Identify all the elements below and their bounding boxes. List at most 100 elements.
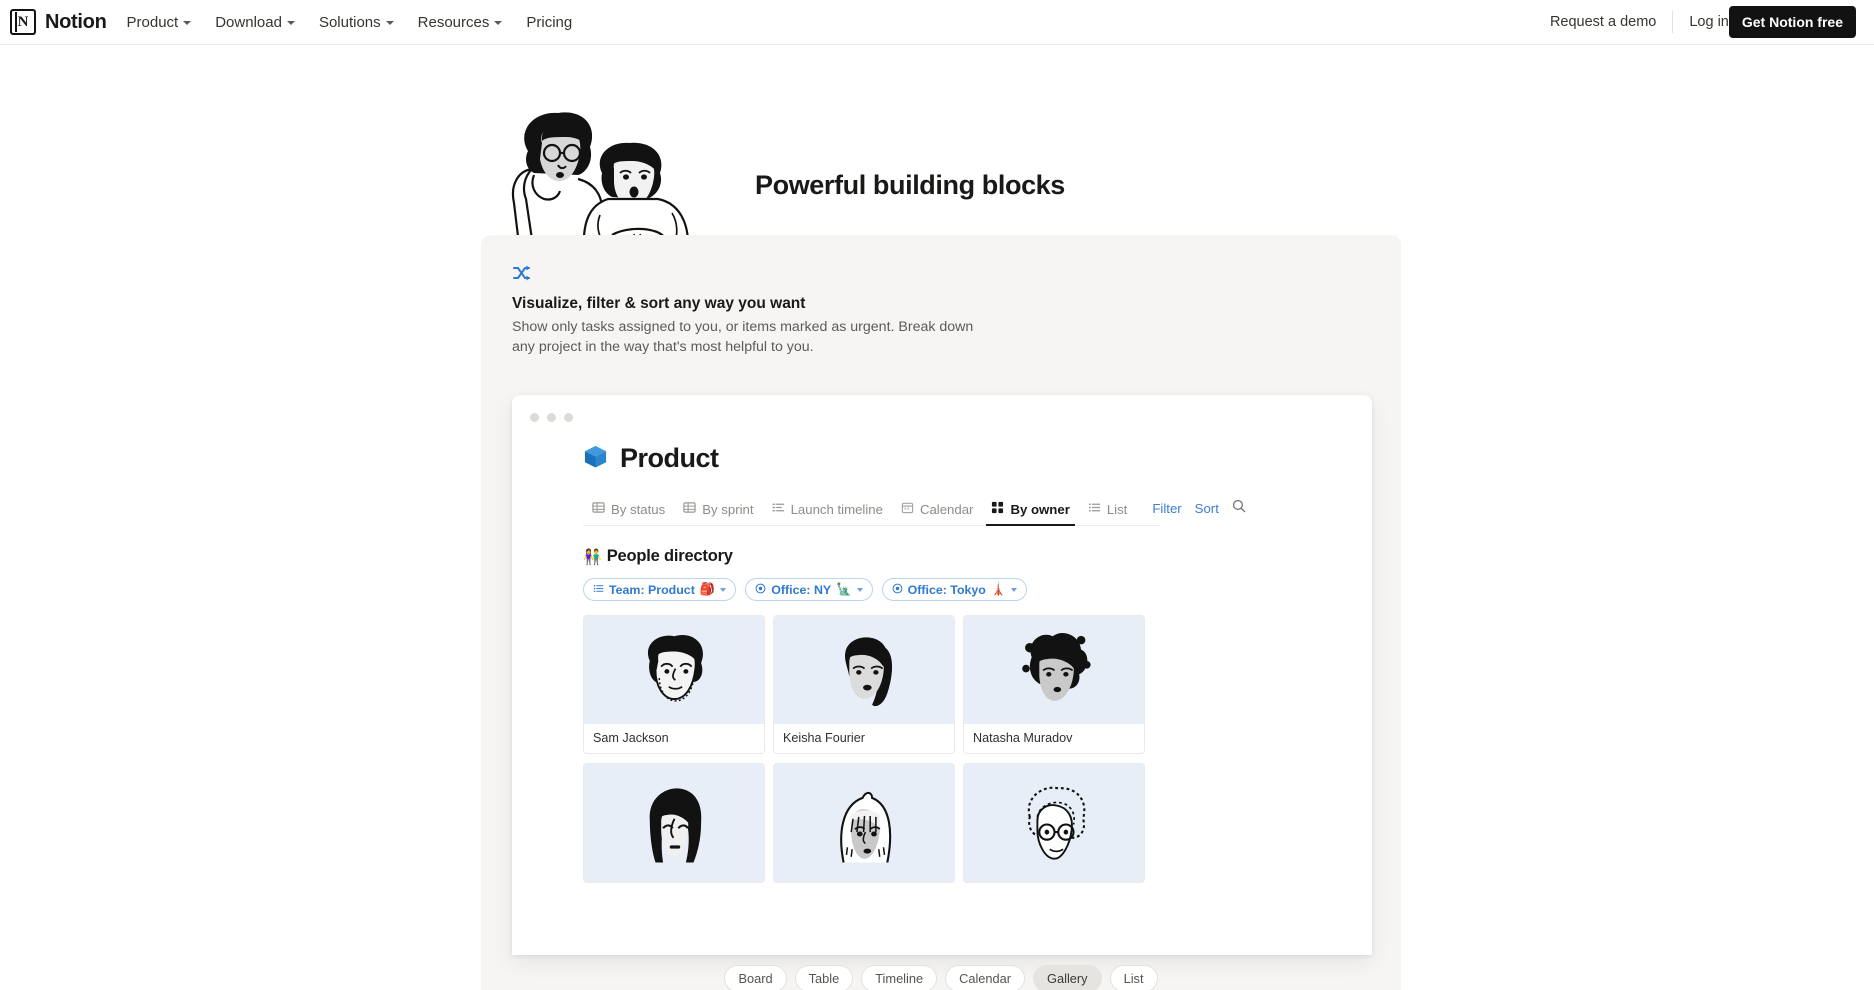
nav-item-label: Pricing <box>526 13 573 31</box>
list-icon <box>593 583 604 597</box>
gallery-card-name: Sam Jackson <box>593 731 669 745</box>
gallery-row: Sam Jackson Keisha Fourier Natasha Murad… <box>583 615 1372 754</box>
tab-launch-timeline[interactable]: Launch timeline <box>763 496 892 525</box>
avatar-bob-haircut <box>584 764 764 882</box>
document-title: Product <box>620 443 719 473</box>
tab-list[interactable]: List <box>1079 496 1137 525</box>
blue-package-icon <box>583 444 608 474</box>
people-emoji-icon: 👫 <box>583 548 602 566</box>
brand-name: Notion <box>45 10 107 33</box>
avatar-afro-glasses <box>964 764 1144 882</box>
gallery-card[interactable]: Keisha Fourier <box>773 615 955 754</box>
avatar-spiky-hair <box>964 616 1144 724</box>
nav-item-label: Solutions <box>318 13 381 31</box>
filter-pill-office-ny[interactable]: Office: NY 🗽 <box>745 578 873 601</box>
search-icon[interactable] <box>1232 499 1246 518</box>
nav-item-pricing[interactable]: Pricing <box>526 10 572 35</box>
nav-links: Product Download Solutions Resources Pri… <box>127 10 573 35</box>
nav-item-resources[interactable]: Resources <box>418 10 503 35</box>
tab-by-owner[interactable]: By owner <box>982 496 1078 526</box>
tab-by-status[interactable]: By status <box>583 496 674 525</box>
nav-item-download[interactable]: Download <box>215 10 295 35</box>
gallery-card-name: Natasha Muradov <box>973 731 1073 745</box>
tokyo-tower-emoji-icon: 🗼 <box>990 582 1007 596</box>
filter-pill-office-tokyo[interactable]: Office: Tokyo 🗼 <box>881 578 1028 601</box>
page-title: Powerful building blocks <box>755 170 1065 200</box>
gallery-card[interactable]: Natasha Muradov <box>963 615 1145 754</box>
select-circle-icon <box>892 583 903 597</box>
tab-label: By sprint <box>702 501 754 517</box>
window-dot[interactable] <box>530 413 539 422</box>
chevron-down-icon <box>1011 587 1018 592</box>
database-title: People directory <box>606 547 733 565</box>
tab-calendar[interactable]: Calendar <box>892 496 983 525</box>
gallery-card[interactable]: Sam Jackson <box>583 615 765 754</box>
nav-item-label: Download <box>215 13 282 31</box>
hero-section: Powerful building blocks Visualize, filt… <box>0 45 1874 990</box>
list-icon <box>1088 501 1101 517</box>
gallery-row <box>583 763 1372 883</box>
chevron-down-icon <box>183 21 192 25</box>
view-actions: Filter Sort <box>1152 499 1246 522</box>
chevron-down-icon <box>720 587 727 592</box>
window-dot[interactable] <box>564 413 573 422</box>
feature-heading: Visualize, filter & sort any way you wan… <box>512 295 806 312</box>
tab-label: By owner <box>1010 501 1070 517</box>
chevron-down-icon <box>856 587 863 592</box>
nav-item-product[interactable]: Product <box>127 10 192 35</box>
nav-divider <box>1672 11 1674 33</box>
shuffle-icon <box>512 263 532 288</box>
view-option-list[interactable]: List <box>1109 965 1158 990</box>
avatar-curly-hair-glasses <box>584 616 764 724</box>
document-body: Product By status By sprint Launch timel… <box>583 443 1372 883</box>
tab-label: By status <box>611 501 666 517</box>
view-type-switcher: Board Table Timeline Calendar Gallery Li… <box>481 965 1401 990</box>
request-demo-link[interactable]: Request a demo <box>1550 10 1656 34</box>
filter-pill-team-product[interactable]: Team: Product 🎒 <box>583 578 737 601</box>
avatar-bangs <box>774 764 954 882</box>
chevron-down-icon <box>494 21 503 25</box>
get-notion-free-button[interactable]: Get Notion free <box>1728 6 1856 38</box>
avatar-long-dark-hair <box>774 616 954 724</box>
tab-label: Launch timeline <box>790 501 883 517</box>
calendar-icon <box>901 501 914 517</box>
view-option-timeline[interactable]: Timeline <box>861 965 938 990</box>
gallery-card[interactable] <box>773 763 955 883</box>
view-option-gallery[interactable]: Gallery <box>1033 965 1102 990</box>
nav-item-solutions[interactable]: Solutions <box>319 10 394 35</box>
tab-label: List <box>1106 501 1128 517</box>
statue-of-liberty-emoji-icon: 🗽 <box>836 582 852 596</box>
filter-button[interactable]: Filter <box>1152 501 1181 516</box>
log-in-link[interactable]: Log in <box>1689 10 1729 34</box>
view-tabs: By status By sprint Launch timeline Cale… <box>583 496 1246 526</box>
sort-button[interactable]: Sort <box>1195 501 1219 516</box>
filter-pills: Team: Product 🎒 Office: NY 🗽 Office: Tok… <box>583 578 1372 601</box>
filter-pill-label: Team: Product <box>609 582 695 597</box>
chevron-down-icon <box>286 21 295 25</box>
table-grid-icon <box>592 501 605 517</box>
table-grid-icon <box>683 501 696 517</box>
timeline-icon <box>771 501 785 517</box>
nav-item-label: Product <box>126 13 179 31</box>
document-header: Product <box>583 443 1372 474</box>
feature-description: Show only tasks assigned to you, or item… <box>512 319 974 355</box>
gallery-card[interactable] <box>963 763 1145 883</box>
filter-pill-label: Office: NY <box>771 582 832 597</box>
window-traffic-lights <box>530 413 573 422</box>
filter-pill-label: Office: Tokyo <box>907 582 986 597</box>
gallery-card[interactable] <box>583 763 765 883</box>
nav-right-actions: Request a demo Log in Get Notion free <box>1550 6 1856 38</box>
window-dot[interactable] <box>547 413 556 422</box>
feature-panel: Visualize, filter & sort any way you wan… <box>481 235 1401 990</box>
illustration-two-people <box>490 103 730 255</box>
view-option-board[interactable]: Board <box>724 965 787 990</box>
app-window-mockup: Product By status By sprint Launch timel… <box>512 395 1372 955</box>
tab-by-sprint[interactable]: By sprint <box>674 496 762 525</box>
view-option-calendar[interactable]: Calendar <box>945 965 1026 990</box>
notion-logo-icon: N <box>10 9 36 35</box>
chevron-down-icon <box>385 21 394 25</box>
view-option-table[interactable]: Table <box>794 965 854 990</box>
database-header: 👫 People directory <box>583 547 1372 566</box>
gallery-grid-icon <box>991 501 1004 517</box>
brand-logo[interactable]: N Notion <box>10 9 107 35</box>
